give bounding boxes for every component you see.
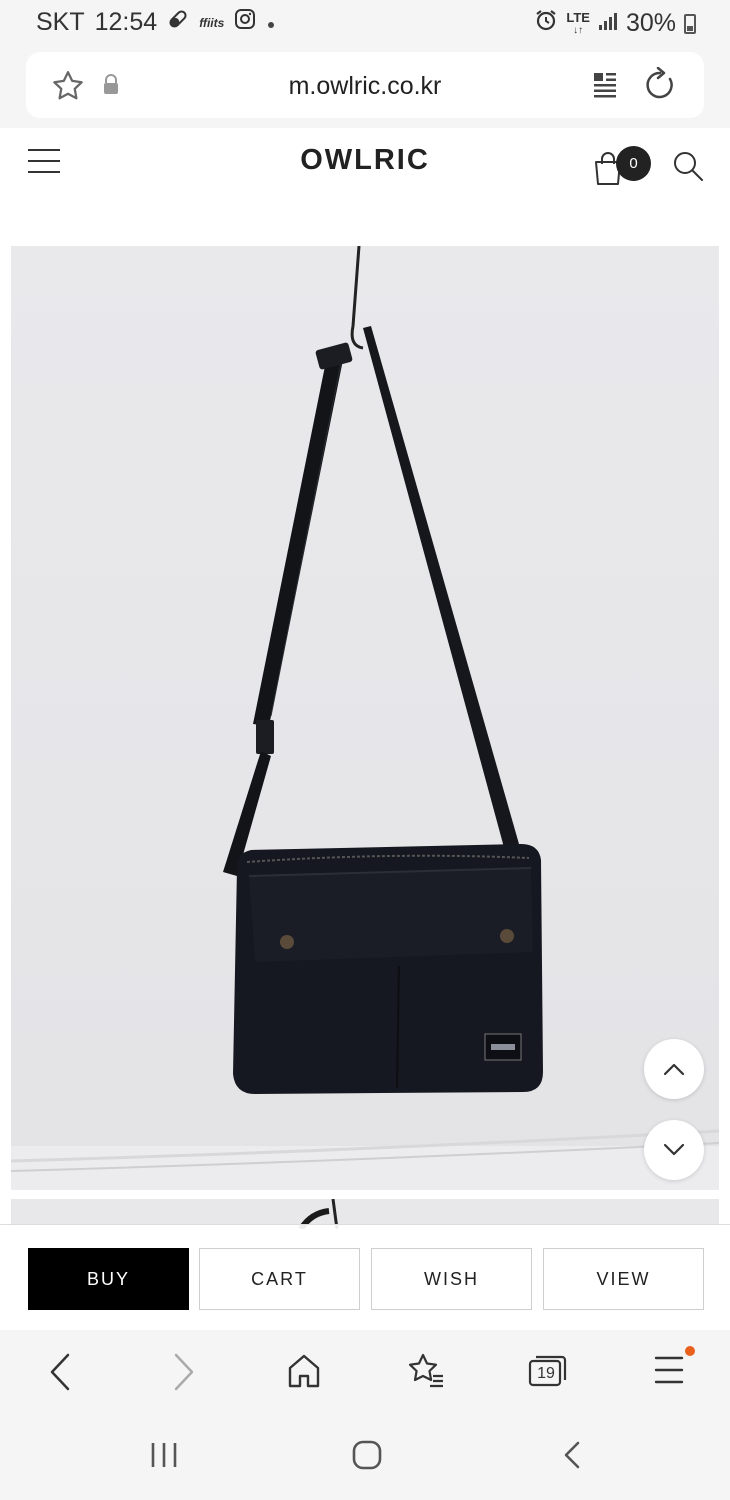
scroll-down-button[interactable]	[644, 1120, 704, 1180]
wishlist-button[interactable]: WISH	[371, 1248, 532, 1310]
buy-button[interactable]: BUY	[28, 1248, 189, 1310]
battery-icon	[684, 13, 696, 34]
pill-icon	[167, 8, 189, 37]
recent-apps-icon[interactable]	[150, 1440, 178, 1475]
product-action-bar: BUY CART WISH VIEW	[0, 1224, 730, 1330]
address-bar[interactable]: m.owlric.co.kr	[26, 52, 704, 118]
search-icon[interactable]	[672, 150, 704, 187]
signal-icon	[598, 9, 618, 38]
reader-mode-icon[interactable]	[592, 70, 618, 103]
notification-dot	[685, 1346, 695, 1356]
bag-illustration	[11, 246, 719, 1190]
home-icon[interactable]	[286, 1352, 322, 1395]
browser-toolbar: 19	[0, 1330, 730, 1416]
android-navigation-bar	[0, 1416, 730, 1500]
browser-menu-icon[interactable]	[654, 1352, 684, 1393]
chevron-up-icon	[663, 1063, 685, 1076]
network-type: LTE ↓↑	[566, 9, 590, 36]
carrier-label: SKT	[36, 8, 85, 36]
tabs-count: 19	[537, 1365, 555, 1382]
forward-icon[interactable]	[172, 1352, 196, 1397]
add-to-cart-button[interactable]: CART	[199, 1248, 360, 1310]
scroll-up-button[interactable]	[644, 1039, 704, 1099]
instagram-icon	[234, 8, 256, 37]
reload-icon[interactable]	[642, 66, 678, 108]
battery-level: 30%	[625, 9, 676, 37]
status-bar: SKT 12:54 ffiits LTE ↓↑ 30%	[0, 0, 730, 46]
system-back-icon[interactable]	[562, 1440, 582, 1475]
more-notifications-dot-icon	[266, 8, 276, 37]
clock: 12:54	[94, 8, 158, 36]
product-photo[interactable]	[11, 246, 719, 1190]
app-notification-icon: ffiits	[199, 15, 225, 30]
view-button[interactable]: VIEW	[543, 1248, 704, 1310]
cart-count-badge[interactable]: 0	[616, 146, 651, 181]
bookmarks-icon[interactable]	[406, 1352, 446, 1395]
browser-address-area: m.owlric.co.kr	[0, 46, 730, 128]
tabs-icon[interactable]: 19	[528, 1352, 568, 1393]
back-icon[interactable]	[48, 1352, 72, 1397]
chevron-down-icon	[663, 1143, 685, 1156]
home-button-icon[interactable]	[352, 1440, 382, 1475]
site-header: OWLRIC 0	[0, 128, 730, 238]
alarm-icon	[534, 8, 558, 39]
